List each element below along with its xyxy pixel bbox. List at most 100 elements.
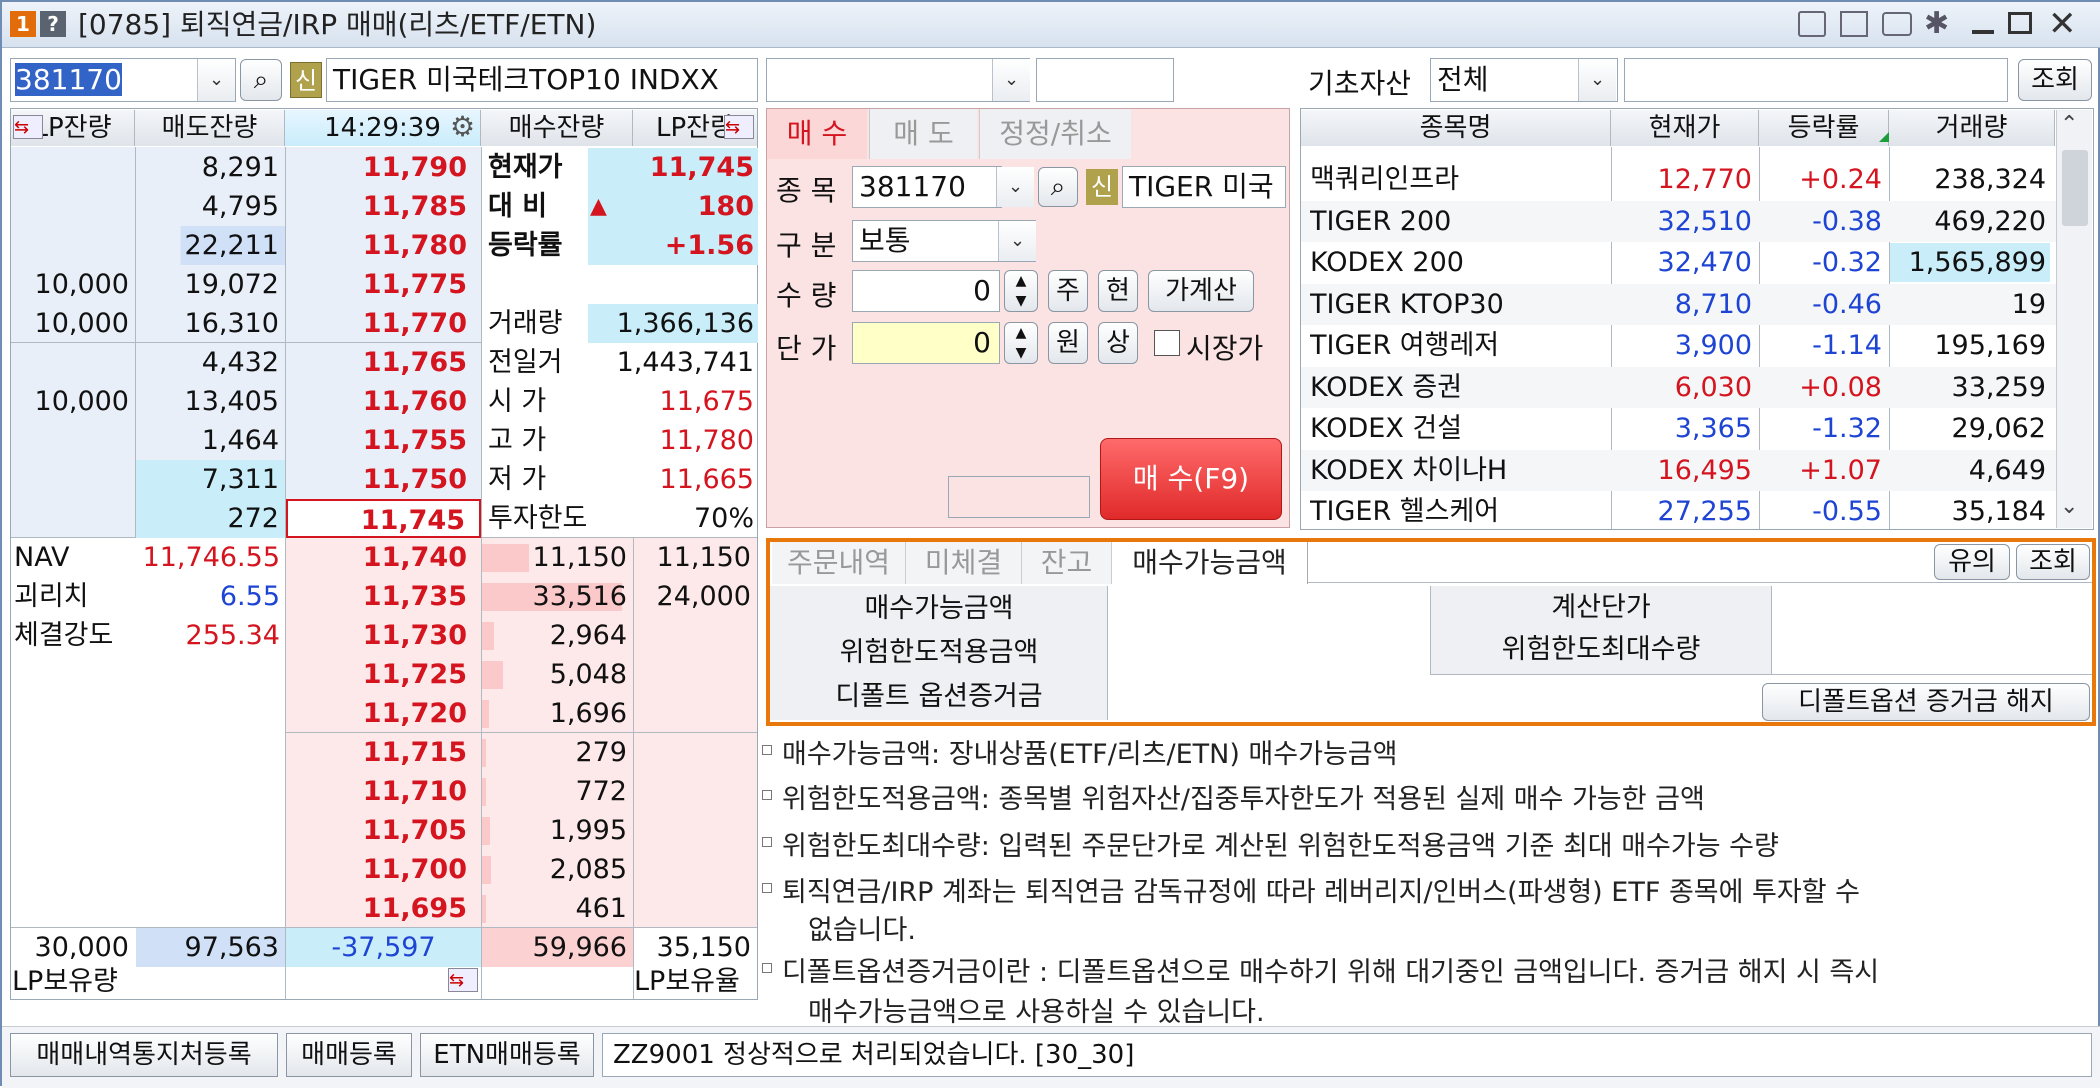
stock-volume: 4,649 bbox=[1968, 454, 2046, 486]
stock-rate: +0.08 bbox=[1799, 371, 1882, 403]
help-icon[interactable]: ? bbox=[40, 11, 66, 37]
settings-icon[interactable]: ⚙ bbox=[450, 112, 475, 142]
stock-name[interactable]: TIGER 여행레저 bbox=[1310, 326, 1610, 365]
trade-notify-register-button[interactable]: 매매내역통지처등록 bbox=[10, 1033, 278, 1077]
tab-balance[interactable]: 잔고 bbox=[1022, 542, 1112, 584]
minimize-icon[interactable] bbox=[1972, 30, 1994, 34]
gear-icon[interactable]: ✱ bbox=[1924, 6, 1949, 41]
scroll-thumb[interactable] bbox=[2062, 150, 2088, 226]
current-button[interactable]: 현 bbox=[1098, 270, 1138, 312]
trade-register-button[interactable]: 매매등록 bbox=[286, 1033, 412, 1077]
stock-name[interactable]: KODEX 차이나H bbox=[1310, 451, 1610, 490]
sell-qty: 13,405 bbox=[184, 386, 279, 417]
bid-price[interactable]: 11,705 bbox=[286, 811, 481, 850]
memo-icon[interactable] bbox=[1798, 11, 1826, 37]
bid-price[interactable]: 11,730 bbox=[286, 616, 481, 655]
sell-qty: 1,464 bbox=[201, 425, 279, 456]
bid-price[interactable]: 11,710 bbox=[286, 772, 481, 811]
market-price-checkbox[interactable] bbox=[1154, 330, 1180, 356]
search-icon[interactable]: ⌕ bbox=[240, 59, 282, 101]
stock-name[interactable]: KODEX 200 bbox=[1310, 243, 1610, 282]
stock-name[interactable]: KODEX 증권 bbox=[1310, 368, 1610, 407]
chevron-down-icon[interactable]: ⌄ bbox=[998, 221, 1036, 261]
col-price[interactable]: 현재가 bbox=[1611, 110, 1759, 146]
col-rate[interactable]: 등락률 bbox=[1759, 110, 1889, 146]
stock-price: 27,255 bbox=[1657, 496, 1752, 527]
chevron-up-icon[interactable]: ⌃ bbox=[2060, 112, 2078, 137]
info-value: 70% bbox=[693, 503, 754, 534]
stock-name[interactable]: KODEX 건설 bbox=[1310, 409, 1610, 448]
calc-button[interactable]: 가계산 bbox=[1148, 270, 1254, 312]
qty-label: 수 량 bbox=[776, 279, 837, 312]
swap-icon[interactable]: ⇆ bbox=[724, 115, 754, 139]
qty-input[interactable]: 0 bbox=[852, 270, 1000, 312]
ask-price[interactable]: 11,775 bbox=[286, 265, 481, 304]
query-button[interactable]: 조회 bbox=[2016, 544, 2090, 580]
etn-trade-register-button[interactable]: ETN매매등록 bbox=[420, 1033, 594, 1077]
share-button[interactable]: 주 bbox=[1048, 270, 1088, 312]
maximize-icon[interactable] bbox=[2008, 12, 2032, 34]
chevron-down-icon[interactable]: ⌄ bbox=[1578, 59, 1616, 101]
won-button[interactable]: 원 bbox=[1048, 322, 1088, 364]
note-line: 디폴트옵션증거금이란 : 디폴트옵션으로 매수하기 위해 대기중인 금액입니다.… bbox=[762, 950, 1879, 989]
bid-price[interactable]: 11,725 bbox=[286, 655, 481, 694]
query-button[interactable]: 조회 bbox=[2018, 59, 2092, 101]
ask-price[interactable]: 11,760 bbox=[286, 382, 481, 421]
ask-price[interactable]: 11,750 bbox=[286, 460, 481, 499]
stock-name[interactable]: 맥쿼리인프라 bbox=[1310, 160, 1610, 199]
info-label bbox=[488, 265, 588, 304]
stock-name[interactable]: TIGER 헬스케어 bbox=[1310, 492, 1610, 531]
ask-price[interactable]: 11,770 bbox=[286, 304, 481, 343]
bid-price[interactable]: 11,695 bbox=[286, 889, 481, 928]
ask-price[interactable]: 11,785 bbox=[286, 187, 481, 226]
tab-sell[interactable]: 매 도 bbox=[869, 109, 977, 159]
chevron-down-icon[interactable]: ⌄ bbox=[197, 59, 235, 101]
stock-name[interactable]: TIGER KTOP30 bbox=[1310, 285, 1610, 324]
bid-price[interactable]: 11,715 bbox=[286, 733, 481, 772]
tab-modify-cancel[interactable]: 정정/취소 bbox=[979, 109, 1131, 159]
bid-price[interactable]: 11,700 bbox=[286, 850, 481, 889]
stock-name[interactable]: TIGER 200 bbox=[1310, 202, 1610, 241]
tab-unfilled[interactable]: 미체결 bbox=[906, 542, 1022, 584]
market-price-label: 시장가 bbox=[1186, 332, 1264, 365]
sell-qty: 8,291 bbox=[201, 152, 279, 183]
close-icon[interactable]: ✕ bbox=[2048, 4, 2077, 44]
price-input[interactable]: 0 bbox=[852, 322, 1000, 364]
qty-stepper[interactable]: ▲ ▼ bbox=[1004, 270, 1038, 312]
ask-price[interactable]: 11,780 bbox=[286, 226, 481, 265]
ask-price[interactable]: 11,755 bbox=[286, 421, 481, 460]
camera-icon[interactable] bbox=[1882, 12, 1912, 36]
tab-order-history[interactable]: 주문내역 bbox=[772, 542, 906, 584]
default-option-release-button[interactable]: 디폴트옵션 증거금 해지 bbox=[1762, 683, 2090, 721]
swap-icon[interactable]: ⇆ bbox=[13, 115, 43, 139]
info-label: 거래량 bbox=[488, 308, 563, 339]
bid-price[interactable]: 11,740 bbox=[286, 538, 481, 577]
ask-price[interactable]: 11,745 bbox=[286, 499, 481, 538]
notice-button[interactable]: 유의 bbox=[1934, 544, 2010, 580]
ask-price[interactable]: 11,790 bbox=[286, 148, 481, 187]
order-stock-code[interactable]: 381170 bbox=[852, 166, 1002, 208]
chevron-down-icon[interactable]: ⌄ bbox=[996, 167, 1034, 207]
nav-value: 255.34 bbox=[185, 620, 280, 651]
ask-price[interactable]: 11,765 bbox=[286, 343, 481, 382]
upper-limit-button[interactable]: 상 bbox=[1098, 322, 1138, 364]
chevron-down-icon[interactable]: ⌄ bbox=[2060, 494, 2078, 519]
price-stepper[interactable]: ▲ ▼ bbox=[1004, 322, 1038, 364]
bid-price[interactable]: 11,735 bbox=[286, 577, 481, 616]
nav-label: NAV bbox=[14, 542, 70, 573]
swap-icon[interactable]: ⇆ bbox=[448, 968, 478, 992]
search-icon[interactable]: ⌕ bbox=[1038, 167, 1078, 207]
bid-price[interactable]: 11,720 bbox=[286, 694, 481, 733]
sell-qty-header: 매도잔량 bbox=[135, 110, 285, 146]
filter-input[interactable] bbox=[1624, 58, 2008, 102]
tab-buyable-amount[interactable]: 매수가능금액 bbox=[1112, 542, 1308, 584]
col-name[interactable]: 종목명 bbox=[1301, 110, 1611, 146]
buy-submit-button[interactable]: 매 수(F9) bbox=[1100, 438, 1282, 520]
combo-input[interactable] bbox=[766, 58, 1030, 102]
lp-qty bbox=[11, 226, 129, 265]
chevron-down-icon[interactable]: ⌄ bbox=[992, 59, 1030, 101]
copy-icon[interactable] bbox=[1840, 11, 1868, 37]
blank-input[interactable] bbox=[1036, 58, 1174, 102]
tab-buy[interactable]: 매 수 bbox=[767, 109, 867, 159]
col-volume[interactable]: 거래량 bbox=[1889, 110, 2055, 146]
